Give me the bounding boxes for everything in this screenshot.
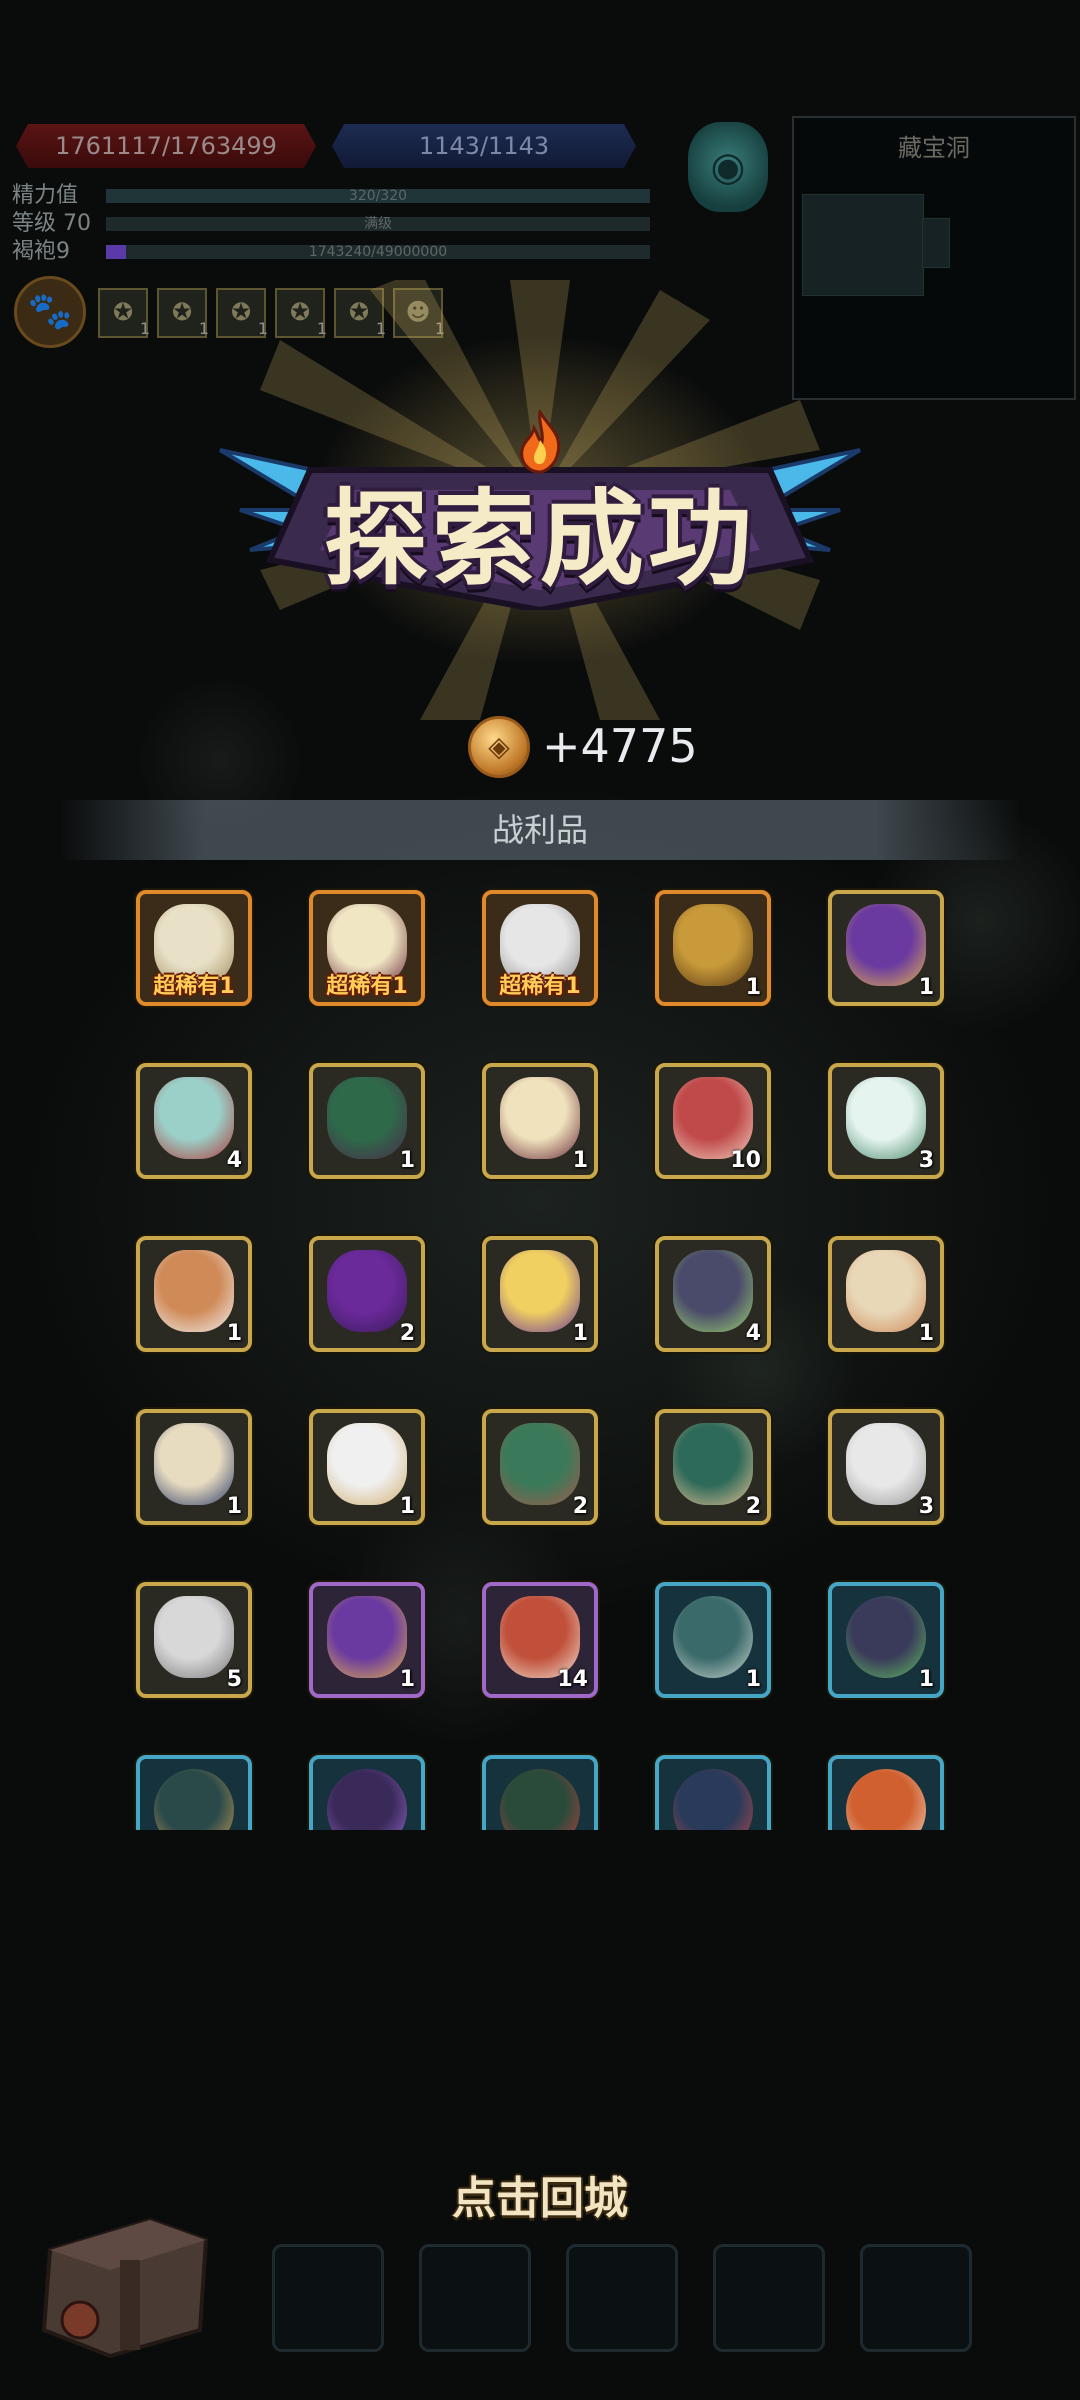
item-quantity: 1 [745,975,761,1000]
item-quantity: 5 [226,1667,242,1692]
clawed-egg-icon [154,1250,234,1332]
backpack-icon[interactable] [30,2200,220,2360]
sage-portrait-icon [327,1423,407,1505]
horned-egg-icon [500,1077,580,1159]
vine-egg-icon [846,1077,926,1159]
loot-item-knight-portrait[interactable]: 1 [655,1582,771,1698]
item-quantity: 3 [918,1148,934,1173]
loot-item-furry-egg[interactable]: 5 [136,1582,252,1698]
loot-item-dragon-portrait[interactable] [655,1755,771,1830]
item-quantity: 1 [399,1667,415,1692]
item-quantity: 1 [399,1148,415,1173]
loot-item-armored-egg[interactable]: 4 [136,1063,252,1179]
loot-item-whirl-egg[interactable]: 超稀有1 [482,890,598,1006]
item-quantity: 2 [745,1494,761,1519]
loot-item-spell-book[interactable]: 1 [828,890,944,1006]
item-quantity: 2 [572,1494,588,1519]
item-quantity: 3 [918,1494,934,1519]
item-quantity: 1 [226,1321,242,1346]
loot-item-shadow-egg[interactable]: 2 [309,1236,425,1352]
item-quantity: 14 [557,1667,588,1692]
loot-item-leaf-egg[interactable]: 1 [309,1063,425,1179]
meat-drumstick-icon [500,1596,580,1678]
item-quantity: 1 [918,1321,934,1346]
loot-item-imp-portrait[interactable] [309,1755,425,1830]
item-quantity: 2 [399,1321,415,1346]
spell-book-icon [846,904,926,986]
loot-item-star-crystal[interactable]: 1 [482,1236,598,1352]
loot-item-horned-egg[interactable]: 1 [482,1063,598,1179]
golden-urn-icon [673,904,753,986]
shadow-egg-icon [327,1250,407,1332]
meat-steak-icon [673,1077,753,1159]
loot-item-scale-egg[interactable]: 1 [828,1236,944,1352]
loot-item-sage-portrait[interactable]: 1 [309,1409,425,1525]
wizard-egg-icon [154,1423,234,1505]
return-to-town-button[interactable]: 点击回城 [420,2164,660,2234]
fluffy-egg-icon [673,1423,753,1505]
cloud-egg-icon [846,1423,926,1505]
star-crystal-icon [500,1250,580,1332]
armored-egg-icon [154,1077,234,1159]
quick-slot[interactable] [566,2244,678,2352]
item-quantity: 4 [226,1148,242,1173]
loot-item-wizard-egg[interactable]: 1 [136,1409,252,1525]
dragon-portrait-icon [673,1769,753,1830]
beast-portrait-icon [500,1769,580,1830]
item-quantity: 1 [226,1494,242,1519]
quick-slot[interactable] [419,2244,531,2352]
meat-drumstick-icon [846,1769,926,1830]
loot-item-dark-horned-egg[interactable]: 4 [655,1236,771,1352]
rarity-label: 超稀有1 [326,974,408,999]
leaf-egg-icon [327,1077,407,1159]
quick-slot[interactable] [860,2244,972,2352]
item-quantity: 1 [745,1667,761,1692]
knight-portrait-icon [673,1596,753,1678]
loot-item-cloud-egg[interactable]: 3 [828,1409,944,1525]
loot-item-clawed-egg[interactable]: 1 [136,1236,252,1352]
furry-egg-icon [154,1596,234,1678]
goblin-portrait-icon [154,1769,234,1830]
spiral-orb-icon [846,1596,926,1678]
loot-item-beast-portrait[interactable] [482,1755,598,1830]
scale-egg-icon [846,1250,926,1332]
loot-item-spiky-egg[interactable]: 超稀有1 [136,890,252,1006]
loot-item-meat-drumstick[interactable] [828,1755,944,1830]
loot-item-golden-urn[interactable]: 1 [655,890,771,1006]
loot-item-horned-egg[interactable]: 超稀有1 [309,890,425,1006]
item-quantity: 1 [572,1148,588,1173]
loot-item-spell-book[interactable]: 1 [309,1582,425,1698]
item-quantity: 4 [745,1321,761,1346]
item-quantity: 1 [918,975,934,1000]
quick-slot[interactable] [713,2244,825,2352]
loot-grid: 超稀有1 超稀有1 超稀有1 1 1 4 1 1 10 3 1 2 1 4 1 1 1 2 2 3 5 1 14 1 1 [0,0,1080,1830]
dark-horned-egg-icon [673,1250,753,1332]
imp-portrait-icon [327,1769,407,1830]
loot-item-spiral-orb[interactable]: 1 [828,1582,944,1698]
item-quantity: 10 [730,1148,761,1173]
item-quantity: 1 [399,1494,415,1519]
moss-egg-icon [500,1423,580,1505]
rarity-label: 超稀有1 [499,974,581,999]
loot-item-fluffy-egg[interactable]: 2 [655,1409,771,1525]
loot-item-goblin-portrait[interactable] [136,1755,252,1830]
loot-item-moss-egg[interactable]: 2 [482,1409,598,1525]
loot-item-vine-egg[interactable]: 3 [828,1063,944,1179]
spell-book-icon [327,1596,407,1678]
quick-slot[interactable] [272,2244,384,2352]
item-quantity: 1 [918,1667,934,1692]
loot-item-meat-steak[interactable]: 10 [655,1063,771,1179]
item-quantity: 1 [572,1321,588,1346]
loot-item-meat-drumstick[interactable]: 14 [482,1582,598,1698]
rarity-label: 超稀有1 [153,974,235,999]
